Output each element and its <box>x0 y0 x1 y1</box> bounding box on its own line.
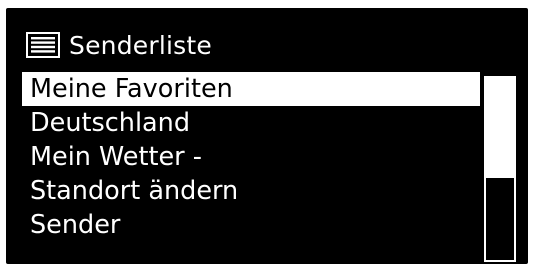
list-item-meine-favoriten[interactable]: Meine Favoriten <box>22 72 480 106</box>
list-item-sender[interactable]: Sender <box>22 208 480 242</box>
station-list: Meine Favoriten Deutschland Mein Wetter … <box>22 72 480 242</box>
scrollbar-thumb[interactable] <box>486 178 514 260</box>
list-item-deutschland[interactable]: Deutschland <box>22 106 480 140</box>
scrollbar-track <box>486 78 514 179</box>
radio-display: Senderliste Meine Favoriten Deutschland … <box>6 8 528 264</box>
list-icon <box>26 32 60 58</box>
screen-title: Senderliste <box>69 30 212 60</box>
title-bar: Senderliste <box>26 28 212 62</box>
list-item-mein-wetter[interactable]: Mein Wetter - <box>22 140 480 174</box>
scrollbar[interactable] <box>484 76 516 262</box>
list-item-standort-aendern[interactable]: Standort ändern <box>22 174 480 208</box>
